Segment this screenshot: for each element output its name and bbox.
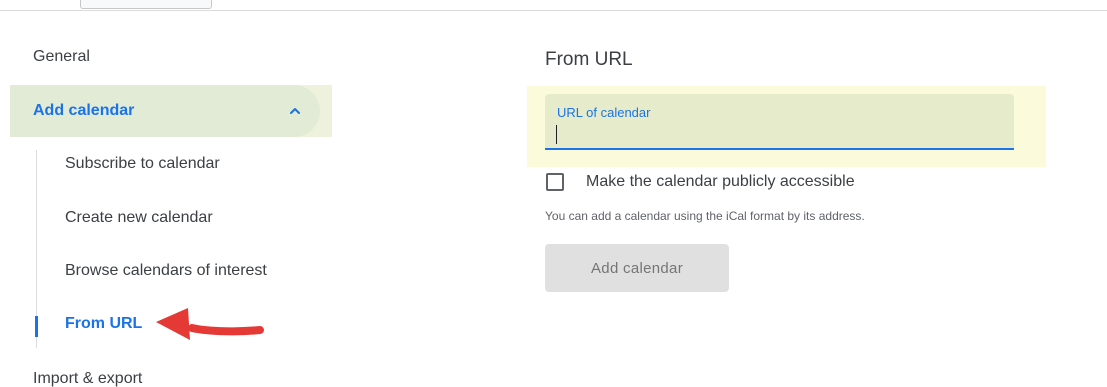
url-input[interactable] (555, 124, 995, 146)
submenu-active-indicator (35, 316, 38, 337)
chevron-up-icon[interactable] (288, 104, 302, 118)
top-divider (0, 10, 1107, 11)
sidebar-item-general[interactable]: General (33, 48, 90, 66)
url-field[interactable]: URL of calendar (545, 94, 1014, 150)
sidebar-item-subscribe[interactable]: Subscribe to calendar (65, 155, 220, 173)
sidebar-item-from-url[interactable]: From URL (65, 315, 142, 333)
helper-text: You can add a calendar using the iCal fo… (545, 209, 865, 223)
sidebar-item-browse[interactable]: Browse calendars of interest (65, 262, 267, 280)
red-arrow-icon (156, 308, 264, 340)
page-title: From URL (545, 49, 633, 70)
sidebar-item-add-calendar[interactable]: Add calendar (33, 102, 134, 120)
top-tab-edge (80, 0, 212, 9)
public-checkbox[interactable] (546, 173, 564, 191)
add-calendar-button[interactable]: Add calendar (545, 244, 729, 292)
public-checkbox-label[interactable]: Make the calendar publicly accessible (586, 173, 855, 191)
sidebar-item-import-export[interactable]: Import & export (33, 370, 142, 387)
sidebar-item-create-new[interactable]: Create new calendar (65, 209, 213, 227)
text-caret (556, 125, 557, 144)
url-field-label: URL of calendar (557, 105, 651, 120)
settings-page: General Add calendar Subscribe to calend… (0, 0, 1107, 387)
